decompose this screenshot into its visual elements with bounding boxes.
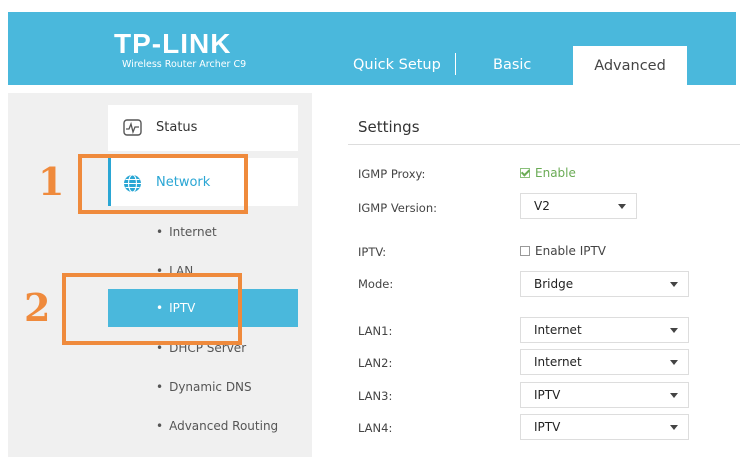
settings-title: Settings xyxy=(358,118,420,136)
igmp-version-select[interactable]: V2 xyxy=(520,193,637,219)
enable-iptv-label: Enable IPTV xyxy=(535,244,607,258)
tab-basic[interactable]: Basic xyxy=(493,57,531,73)
tab-divider xyxy=(455,53,456,75)
lan1-select[interactable]: Internet xyxy=(520,317,689,343)
annotation-step-2: 2 xyxy=(24,285,51,330)
lan4-select[interactable]: IPTV xyxy=(520,414,689,440)
igmp-proxy-checkbox[interactable] xyxy=(520,168,530,178)
sidebar-subitem-dynamic-dns[interactable]: Dynamic DNS xyxy=(156,380,252,394)
lan2-value: Internet xyxy=(534,355,582,369)
lan3-select[interactable]: IPTV xyxy=(520,382,689,408)
settings-title-divider xyxy=(348,144,740,145)
igmp-proxy-enable-label: Enable xyxy=(535,166,576,180)
igmp-proxy-checkbox-row[interactable]: Enable xyxy=(520,166,576,180)
router-model-tagline: Wireless Router Archer C9 xyxy=(122,59,247,70)
chevron-down-icon xyxy=(670,282,678,287)
igmp-proxy-label: IGMP Proxy: xyxy=(358,167,426,181)
annotation-step-1: 1 xyxy=(38,159,65,204)
lan4-label: LAN4: xyxy=(358,421,393,435)
status-monitor-icon xyxy=(123,119,142,136)
annotation-box-network xyxy=(78,154,248,214)
mode-select[interactable]: Bridge xyxy=(520,271,689,297)
tab-quick-setup[interactable]: Quick Setup xyxy=(353,57,441,73)
tab-advanced[interactable]: Advanced xyxy=(573,46,687,85)
chevron-down-icon xyxy=(670,360,678,365)
chevron-down-icon xyxy=(670,393,678,398)
chevron-down-icon xyxy=(670,328,678,333)
iptv-label: IPTV: xyxy=(358,245,387,259)
enable-iptv-checkbox[interactable] xyxy=(520,246,530,256)
lan2-select[interactable]: Internet xyxy=(520,349,689,375)
mode-value: Bridge xyxy=(534,277,574,291)
sidebar-subitem-advanced-routing[interactable]: Advanced Routing xyxy=(156,419,278,433)
igmp-version-value: V2 xyxy=(534,199,550,213)
lan2-label: LAN2: xyxy=(358,356,393,370)
lan3-value: IPTV xyxy=(534,388,561,402)
iptv-checkbox-row[interactable]: Enable IPTV xyxy=(520,244,606,258)
mode-label: Mode: xyxy=(358,277,394,291)
igmp-version-label: IGMP Version: xyxy=(358,201,437,215)
lan3-label: LAN3: xyxy=(358,389,393,403)
sidebar-item-status-label: Status xyxy=(156,120,198,135)
sidebar-subitem-internet[interactable]: Internet xyxy=(156,225,217,239)
chevron-down-icon xyxy=(670,425,678,430)
lan4-value: IPTV xyxy=(534,420,561,434)
annotation-box-iptv xyxy=(62,273,242,345)
lan1-label: LAN1: xyxy=(358,324,393,338)
lan1-value: Internet xyxy=(534,323,582,337)
tplink-logo: TP-LINK xyxy=(114,28,232,59)
chevron-down-icon xyxy=(618,204,626,209)
